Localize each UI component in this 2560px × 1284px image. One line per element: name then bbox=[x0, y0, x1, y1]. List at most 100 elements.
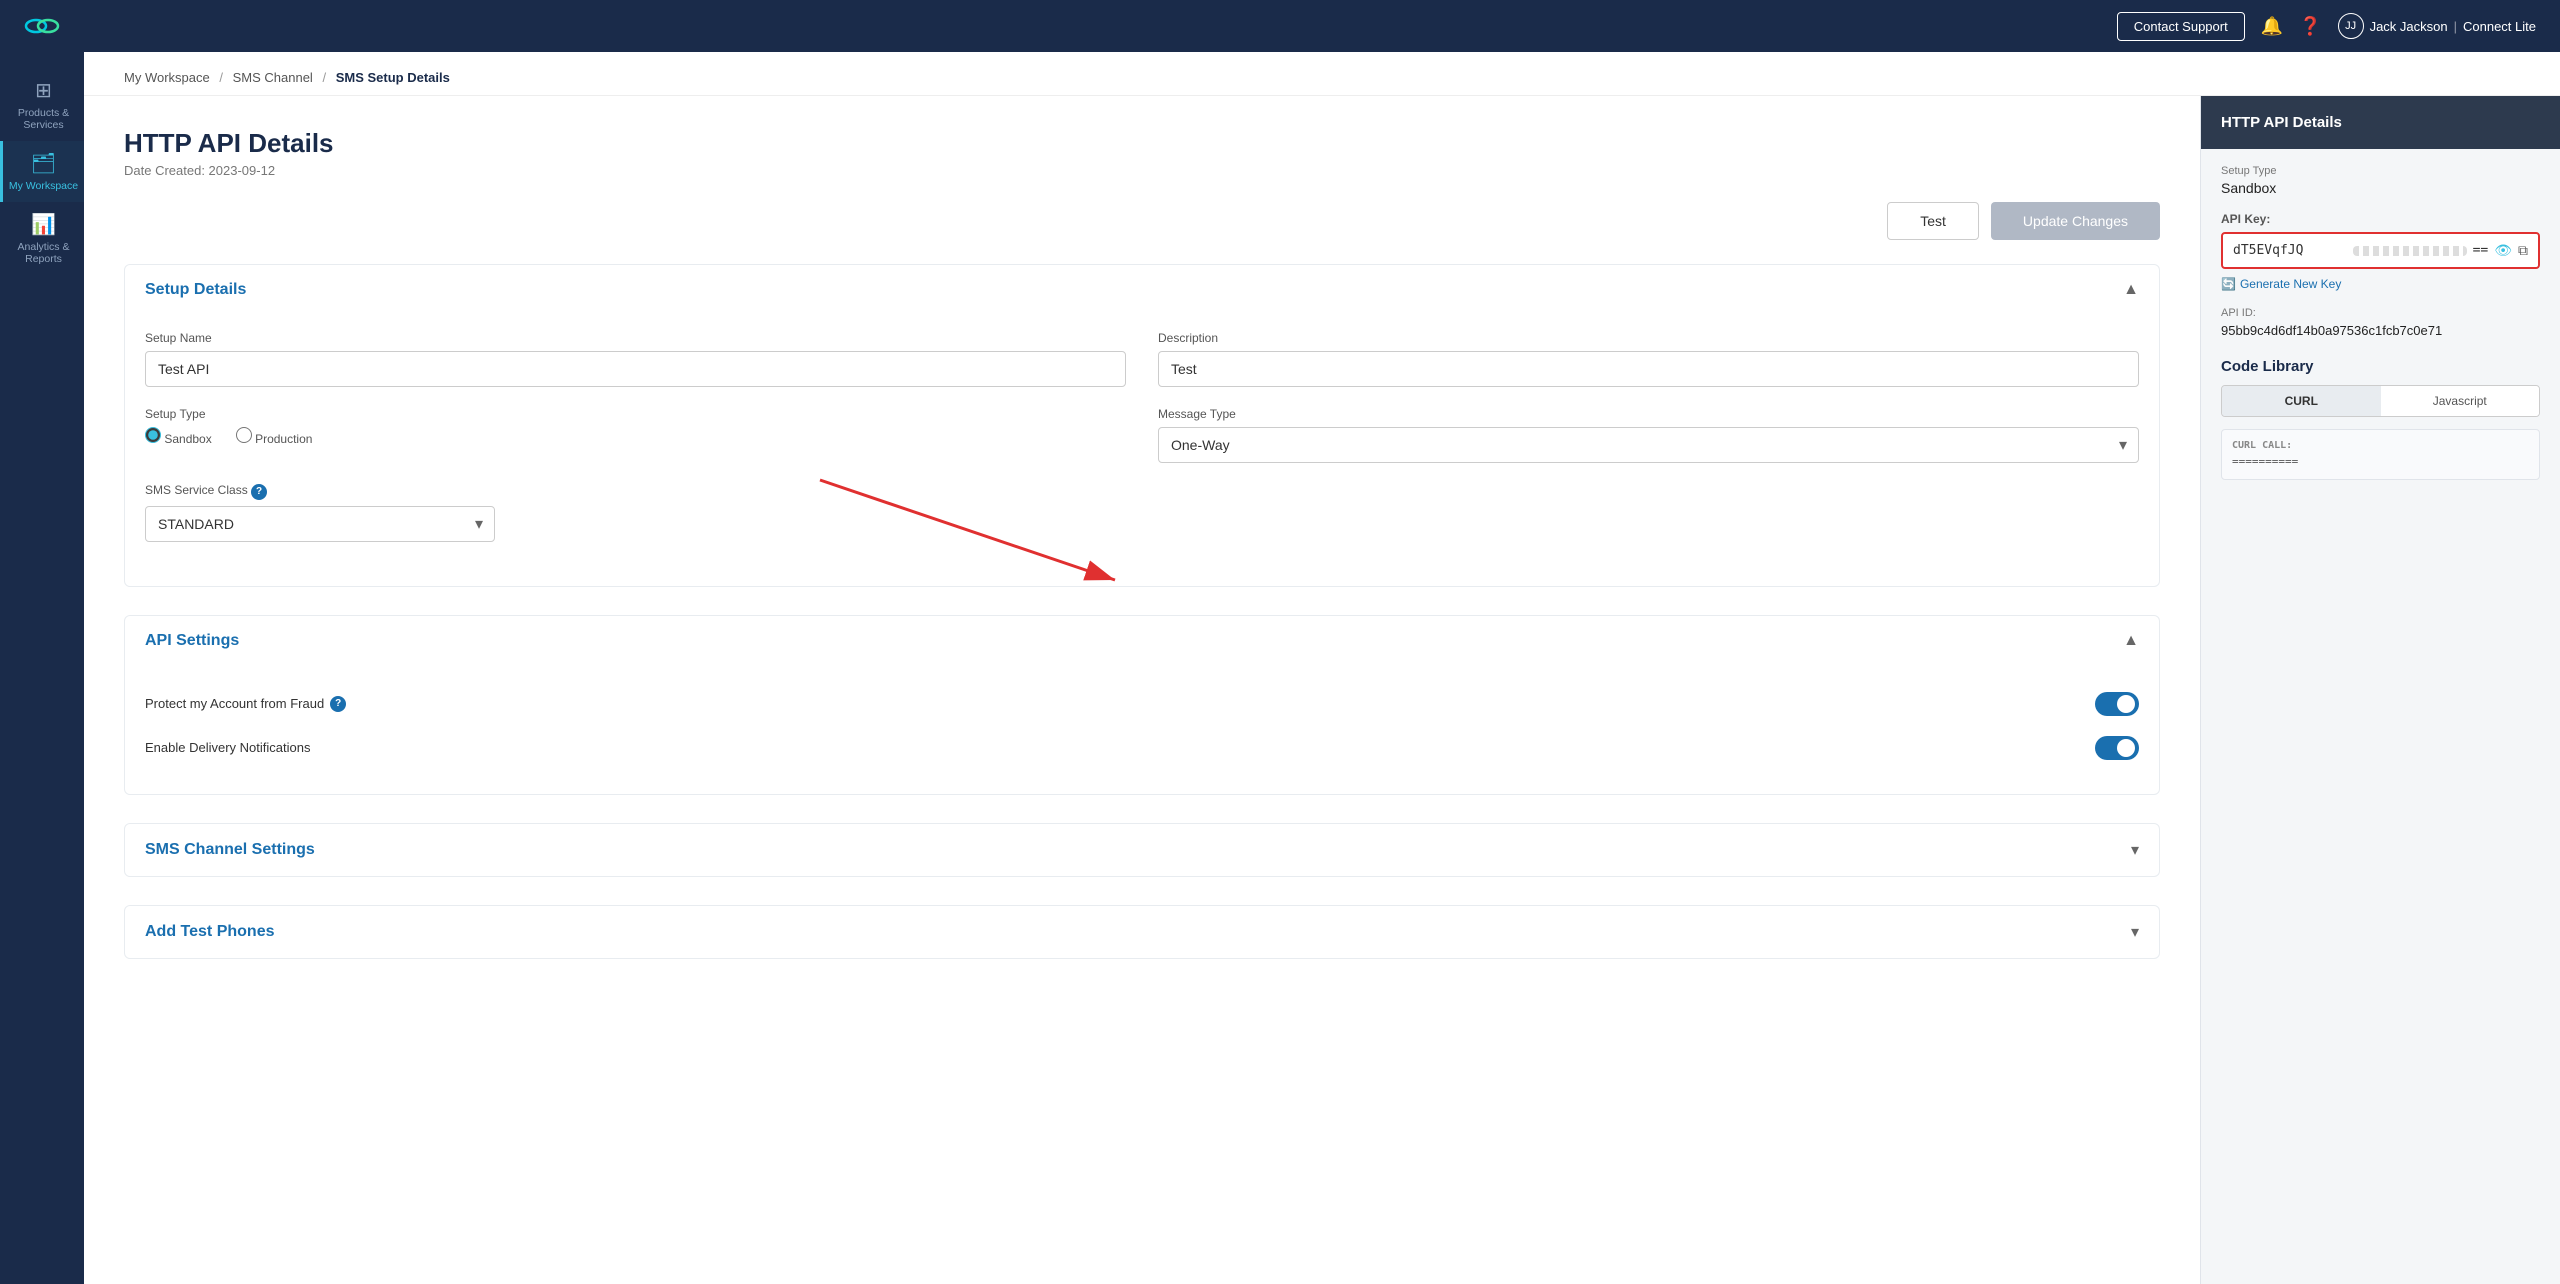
sms-channel-settings-header[interactable]: SMS Channel Settings ▾ bbox=[125, 824, 2159, 876]
add-test-phones-header[interactable]: Add Test Phones ▾ bbox=[125, 906, 2159, 958]
refresh-icon: 🔄 bbox=[2221, 277, 2236, 291]
sidebar: ⊞ Products & Services 🗂 My Workspace 📊 A… bbox=[0, 52, 84, 1284]
radio-group: Sandbox Production bbox=[145, 427, 1126, 452]
message-type-select[interactable]: One-Way Two-Way bbox=[1158, 427, 2139, 463]
setup-type-info-label: Setup Type bbox=[2221, 165, 2540, 177]
sandbox-radio-option[interactable]: Sandbox bbox=[145, 427, 212, 446]
api-key-wrapper: dT5EVqfJQ == 👁 ⧉ bbox=[2221, 232, 2540, 269]
generate-new-key-button[interactable]: 🔄 Generate New Key bbox=[2221, 277, 2540, 291]
add-test-phones-chevron-icon: ▾ bbox=[2131, 922, 2139, 942]
fraud-toggle[interactable] bbox=[2095, 692, 2139, 716]
sidebar-label-products: Products & Services bbox=[7, 107, 80, 131]
right-panel: HTTP API Details Setup Type Sandbox API … bbox=[2200, 96, 2560, 1284]
sms-service-class-select-wrapper: STANDARD PREMIUM bbox=[145, 506, 495, 542]
fraud-help-icon[interactable]: ? bbox=[330, 696, 346, 712]
delivery-label-group: Enable Delivery Notifications bbox=[145, 740, 310, 755]
fraud-label: Protect my Account from Fraud bbox=[145, 696, 324, 711]
setup-name-label: Setup Name bbox=[145, 331, 1126, 345]
code-tabs: CURL Javascript bbox=[2221, 385, 2540, 417]
api-key-equals: == bbox=[2473, 243, 2489, 258]
description-group: Description bbox=[1158, 331, 2139, 387]
right-panel-header: HTTP API Details bbox=[2201, 96, 2560, 149]
curl-tab[interactable]: CURL bbox=[2222, 386, 2381, 416]
javascript-tab[interactable]: Javascript bbox=[2381, 386, 2540, 416]
nav-left bbox=[24, 12, 60, 40]
curl-divider: ========== bbox=[2232, 455, 2529, 468]
page-subtitle: Date Created: 2023-09-12 bbox=[124, 163, 2160, 178]
api-key-label: API Key: bbox=[2221, 212, 2540, 226]
fraud-label-group: Protect my Account from Fraud ? bbox=[145, 696, 346, 712]
sandbox-label: Sandbox bbox=[164, 432, 211, 446]
test-button[interactable]: Test bbox=[1887, 202, 1979, 240]
sms-service-class-select[interactable]: STANDARD PREMIUM bbox=[145, 506, 495, 542]
plan-name: Connect Lite bbox=[2463, 19, 2536, 34]
eye-icon[interactable]: 👁 bbox=[2494, 242, 2512, 259]
api-key-prefix: dT5EVqfJQ bbox=[2233, 243, 2347, 258]
setup-type-group: Setup Type Sandbox Production bbox=[145, 407, 1126, 463]
message-type-label: Message Type bbox=[1158, 407, 2139, 421]
production-label: Production bbox=[255, 432, 312, 446]
type-row: Setup Type Sandbox Production bbox=[145, 407, 2139, 463]
setup-details-section: Setup Details ▲ Setup Name Description bbox=[124, 264, 2160, 587]
sidebar-label-workspace: My Workspace bbox=[9, 180, 78, 192]
copy-icon[interactable]: ⧉ bbox=[2518, 242, 2528, 259]
setup-details-header[interactable]: Setup Details ▲ bbox=[125, 265, 2159, 315]
nav-right: Contact Support 🔔 ❓ JJ Jack Jackson | Co… bbox=[2117, 12, 2536, 41]
api-settings-body: Protect my Account from Fraud ? Enable D… bbox=[125, 666, 2159, 794]
message-type-select-wrapper: One-Way Two-Way bbox=[1158, 427, 2139, 463]
breadcrumb: My Workspace / SMS Channel / SMS Setup D… bbox=[84, 52, 2560, 96]
setup-type-label: Setup Type bbox=[145, 407, 1126, 421]
code-block: CURL CALL: ========== bbox=[2221, 429, 2540, 480]
delivery-toggle[interactable] bbox=[2095, 736, 2139, 760]
description-label: Description bbox=[1158, 331, 2139, 345]
sms-channel-chevron-icon: ▾ bbox=[2131, 840, 2139, 860]
user-name: Jack Jackson bbox=[2370, 19, 2448, 34]
setup-type-info: Setup Type Sandbox bbox=[2221, 165, 2540, 196]
api-settings-section: API Settings ▲ Protect my Account from F… bbox=[124, 615, 2160, 795]
form-panel: HTTP API Details Date Created: 2023-09-1… bbox=[84, 96, 2200, 1284]
description-input[interactable] bbox=[1158, 351, 2139, 387]
right-panel-title: HTTP API Details bbox=[2221, 114, 2342, 131]
sms-service-class-group: SMS Service Class ? STANDARD PREMIUM bbox=[145, 483, 495, 542]
form-actions: Test Update Changes bbox=[124, 202, 2160, 240]
production-radio-option[interactable]: Production bbox=[236, 427, 313, 446]
setup-type-info-value: Sandbox bbox=[2221, 180, 2540, 196]
sidebar-item-products-services[interactable]: ⊞ Products & Services bbox=[0, 68, 84, 141]
contact-support-button[interactable]: Contact Support bbox=[2117, 12, 2245, 41]
breadcrumb-workspace[interactable]: My Workspace bbox=[124, 70, 210, 85]
sms-service-class-help-icon[interactable]: ? bbox=[251, 484, 267, 500]
sidebar-label-analytics: Analytics & Reports bbox=[7, 241, 80, 265]
user-info: JJ Jack Jackson | Connect Lite bbox=[2338, 13, 2536, 39]
code-library-title: Code Library bbox=[2221, 358, 2540, 375]
bell-icon[interactable]: 🔔 bbox=[2261, 16, 2283, 37]
api-settings-header[interactable]: API Settings ▲ bbox=[125, 616, 2159, 666]
main-wrapper: My Workspace / SMS Channel / SMS Setup D… bbox=[84, 52, 2560, 1284]
sidebar-item-my-workspace[interactable]: 🗂 My Workspace bbox=[0, 141, 84, 202]
setup-name-input[interactable] bbox=[145, 351, 1126, 387]
add-test-phones-section: Add Test Phones ▾ bbox=[124, 905, 2160, 959]
logo bbox=[24, 12, 60, 40]
setup-details-title: Setup Details bbox=[145, 281, 246, 299]
breadcrumb-sms-channel[interactable]: SMS Channel bbox=[233, 70, 313, 85]
setup-name-group: Setup Name bbox=[145, 331, 1126, 387]
content-area: HTTP API Details Date Created: 2023-09-1… bbox=[84, 96, 2560, 1284]
api-id-value: 95bb9c4d6df14b0a97536c1fcb7c0e71 bbox=[2221, 323, 2540, 338]
chart-icon: 📊 bbox=[31, 212, 56, 237]
api-key-field: API Key: dT5EVqfJQ == 👁 ⧉ 🔄 Generate New… bbox=[2221, 212, 2540, 291]
name-desc-row: Setup Name Description bbox=[145, 331, 2139, 387]
sidebar-item-analytics[interactable]: 📊 Analytics & Reports bbox=[0, 202, 84, 275]
sandbox-radio[interactable] bbox=[145, 427, 161, 443]
update-changes-button[interactable]: Update Changes bbox=[1991, 202, 2160, 240]
workspace-icon: 🗂 bbox=[31, 151, 56, 176]
message-type-group: Message Type One-Way Two-Way bbox=[1158, 407, 2139, 463]
sms-channel-settings-section: SMS Channel Settings ▾ bbox=[124, 823, 2160, 877]
production-radio[interactable] bbox=[236, 427, 252, 443]
help-circle-icon[interactable]: ❓ bbox=[2299, 16, 2321, 37]
top-nav: Contact Support 🔔 ❓ JJ Jack Jackson | Co… bbox=[0, 0, 2560, 52]
grid-icon: ⊞ bbox=[35, 78, 52, 103]
sms-service-class-label: SMS Service Class ? bbox=[145, 483, 495, 500]
delivery-label: Enable Delivery Notifications bbox=[145, 740, 310, 755]
service-class-row: SMS Service Class ? STANDARD PREMIUM bbox=[145, 483, 2139, 542]
api-key-blur bbox=[2353, 246, 2467, 256]
delivery-toggle-row: Enable Delivery Notifications bbox=[145, 726, 2139, 770]
